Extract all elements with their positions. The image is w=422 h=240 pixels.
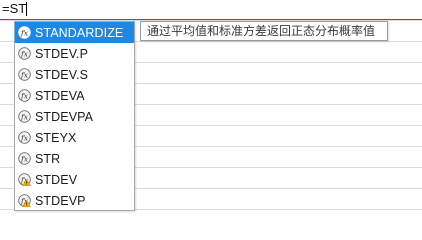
- function-icon: fx: [18, 26, 31, 39]
- autocomplete-item[interactable]: fx STDEV: [15, 169, 134, 190]
- autocomplete-item-label: STDEV.S: [35, 67, 89, 82]
- autocomplete-item[interactable]: fx STDEV.P: [15, 43, 134, 64]
- autocomplete-item[interactable]: fx STR: [15, 148, 134, 169]
- spreadsheet-window: =ST fx STANDARDIZE fx STDEV.P fx STDEV.S…: [0, 0, 422, 212]
- autocomplete-item[interactable]: fx STDEVP: [15, 190, 134, 211]
- text-caret: [26, 2, 27, 16]
- svg-text:fx: fx: [20, 91, 29, 100]
- formula-input-text[interactable]: =ST: [2, 1, 26, 17]
- svg-text:fx: fx: [20, 28, 29, 37]
- function-icon: fx: [18, 89, 31, 102]
- autocomplete-item[interactable]: fx STEYX: [15, 127, 134, 148]
- autocomplete-item-label: STDEVPA: [35, 109, 94, 124]
- function-icon: fx: [18, 110, 31, 123]
- autocomplete-item-label: STEYX: [35, 130, 77, 145]
- autocomplete-item-label: STDEV: [35, 172, 78, 187]
- svg-text:fx: fx: [20, 70, 29, 79]
- function-icon: fx: [18, 131, 31, 144]
- function-icon: fx: [18, 68, 31, 81]
- autocomplete-item-label: STDEVP: [35, 193, 86, 208]
- compat-function-warning-icon: fx: [18, 194, 32, 207]
- svg-text:fx: fx: [20, 112, 29, 121]
- formula-bar[interactable]: =ST: [0, 0, 422, 19]
- autocomplete-item-label: STANDARDIZE: [35, 25, 124, 40]
- autocomplete-item[interactable]: fx STDEV.S: [15, 64, 134, 85]
- autocomplete-item[interactable]: fx STDEVPA: [15, 106, 134, 127]
- autocomplete-item[interactable]: fx STDEVA: [15, 85, 134, 106]
- autocomplete-item[interactable]: fx STANDARDIZE: [15, 22, 134, 43]
- autocomplete-item-label: STDEVA: [35, 88, 85, 103]
- svg-text:fx: fx: [20, 133, 29, 142]
- compat-function-warning-icon: fx: [18, 173, 32, 186]
- function-autocomplete-list[interactable]: fx STANDARDIZE fx STDEV.P fx STDEV.S fx …: [14, 21, 135, 211]
- function-icon: fx: [18, 152, 31, 165]
- function-description-tooltip: 通过平均值和标准方差返回正态分布概率值: [140, 21, 388, 41]
- autocomplete-item-label: STR: [35, 151, 61, 166]
- autocomplete-item-label: STDEV.P: [35, 46, 89, 61]
- svg-text:fx: fx: [20, 154, 29, 163]
- function-icon: fx: [18, 47, 31, 60]
- svg-text:fx: fx: [20, 49, 29, 58]
